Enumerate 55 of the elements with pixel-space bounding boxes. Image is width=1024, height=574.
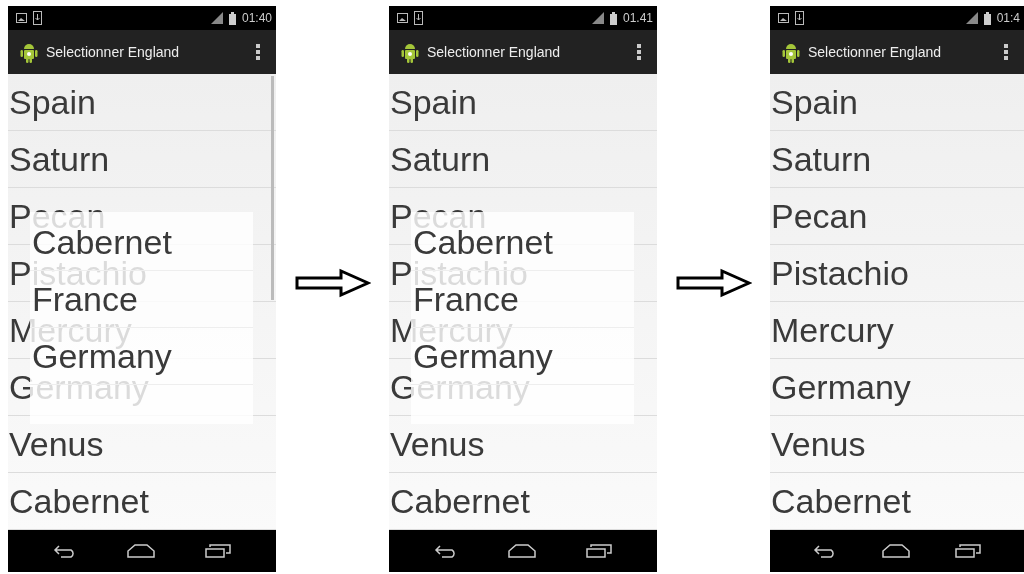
download-icon bbox=[795, 11, 804, 25]
recent-apps-icon[interactable] bbox=[205, 544, 231, 558]
overflow-menu-icon[interactable] bbox=[256, 44, 260, 60]
android-icon bbox=[401, 41, 419, 63]
signal-icon bbox=[591, 12, 604, 24]
picture-icon bbox=[778, 13, 789, 23]
recent-apps-icon[interactable] bbox=[586, 544, 612, 558]
back-icon[interactable] bbox=[812, 544, 837, 558]
app-title: Selectionner England bbox=[427, 44, 561, 60]
right-arrow-icon bbox=[675, 268, 752, 298]
dropdown-item[interactable]: Cabernet bbox=[413, 222, 553, 262]
back-icon[interactable] bbox=[434, 544, 458, 558]
signal-icon bbox=[210, 12, 223, 24]
list-item[interactable]: Spain bbox=[390, 82, 477, 122]
dropdown-item[interactable]: France bbox=[32, 279, 138, 319]
list-item[interactable]: Spain bbox=[771, 82, 858, 122]
download-icon bbox=[33, 11, 42, 25]
list-item[interactable]: Venus bbox=[390, 424, 485, 464]
list-item[interactable]: Cabernet bbox=[9, 481, 149, 521]
list-item[interactable]: Saturn bbox=[9, 139, 110, 179]
battery-icon bbox=[983, 11, 991, 25]
app-title: Selectionner England bbox=[808, 44, 942, 60]
list-item[interactable]: Venus bbox=[771, 424, 866, 464]
right-arrow-icon bbox=[294, 268, 371, 298]
status-time: 01:40 bbox=[241, 11, 272, 25]
recent-apps-icon[interactable] bbox=[955, 544, 982, 558]
android-icon bbox=[782, 41, 800, 63]
home-icon[interactable] bbox=[882, 544, 910, 558]
back-icon[interactable] bbox=[53, 544, 77, 558]
list-item[interactable]: Spain bbox=[9, 82, 96, 122]
list-item[interactable]: Pistachio bbox=[771, 253, 909, 293]
home-icon[interactable] bbox=[508, 544, 536, 558]
picture-icon bbox=[397, 13, 408, 23]
list-item[interactable]: Cabernet bbox=[771, 481, 911, 521]
list-item[interactable]: Germany bbox=[771, 367, 911, 407]
overflow-menu-icon[interactable] bbox=[1004, 44, 1008, 60]
signal-icon bbox=[965, 12, 978, 24]
list-item[interactable]: Saturn bbox=[390, 139, 491, 179]
list-item[interactable]: Cabernet bbox=[390, 481, 530, 521]
dropdown-item[interactable]: France bbox=[413, 279, 519, 319]
battery-icon bbox=[609, 11, 617, 25]
app-title: Selectionner England bbox=[46, 44, 180, 60]
dropdown-item[interactable]: Cabernet bbox=[32, 222, 172, 262]
overflow-menu-icon[interactable] bbox=[637, 44, 641, 60]
status-time: 01:4 bbox=[996, 11, 1020, 25]
list-item[interactable]: Pecan bbox=[771, 196, 868, 236]
list-item[interactable]: Saturn bbox=[771, 139, 872, 179]
picture-icon bbox=[16, 13, 27, 23]
status-time: 01.41 bbox=[622, 11, 653, 25]
list-item[interactable]: Venus bbox=[9, 424, 104, 464]
battery-icon bbox=[228, 11, 236, 25]
android-icon bbox=[20, 41, 38, 63]
list-item[interactable]: Mercury bbox=[771, 310, 894, 350]
download-icon bbox=[414, 11, 423, 25]
home-icon[interactable] bbox=[127, 544, 155, 558]
